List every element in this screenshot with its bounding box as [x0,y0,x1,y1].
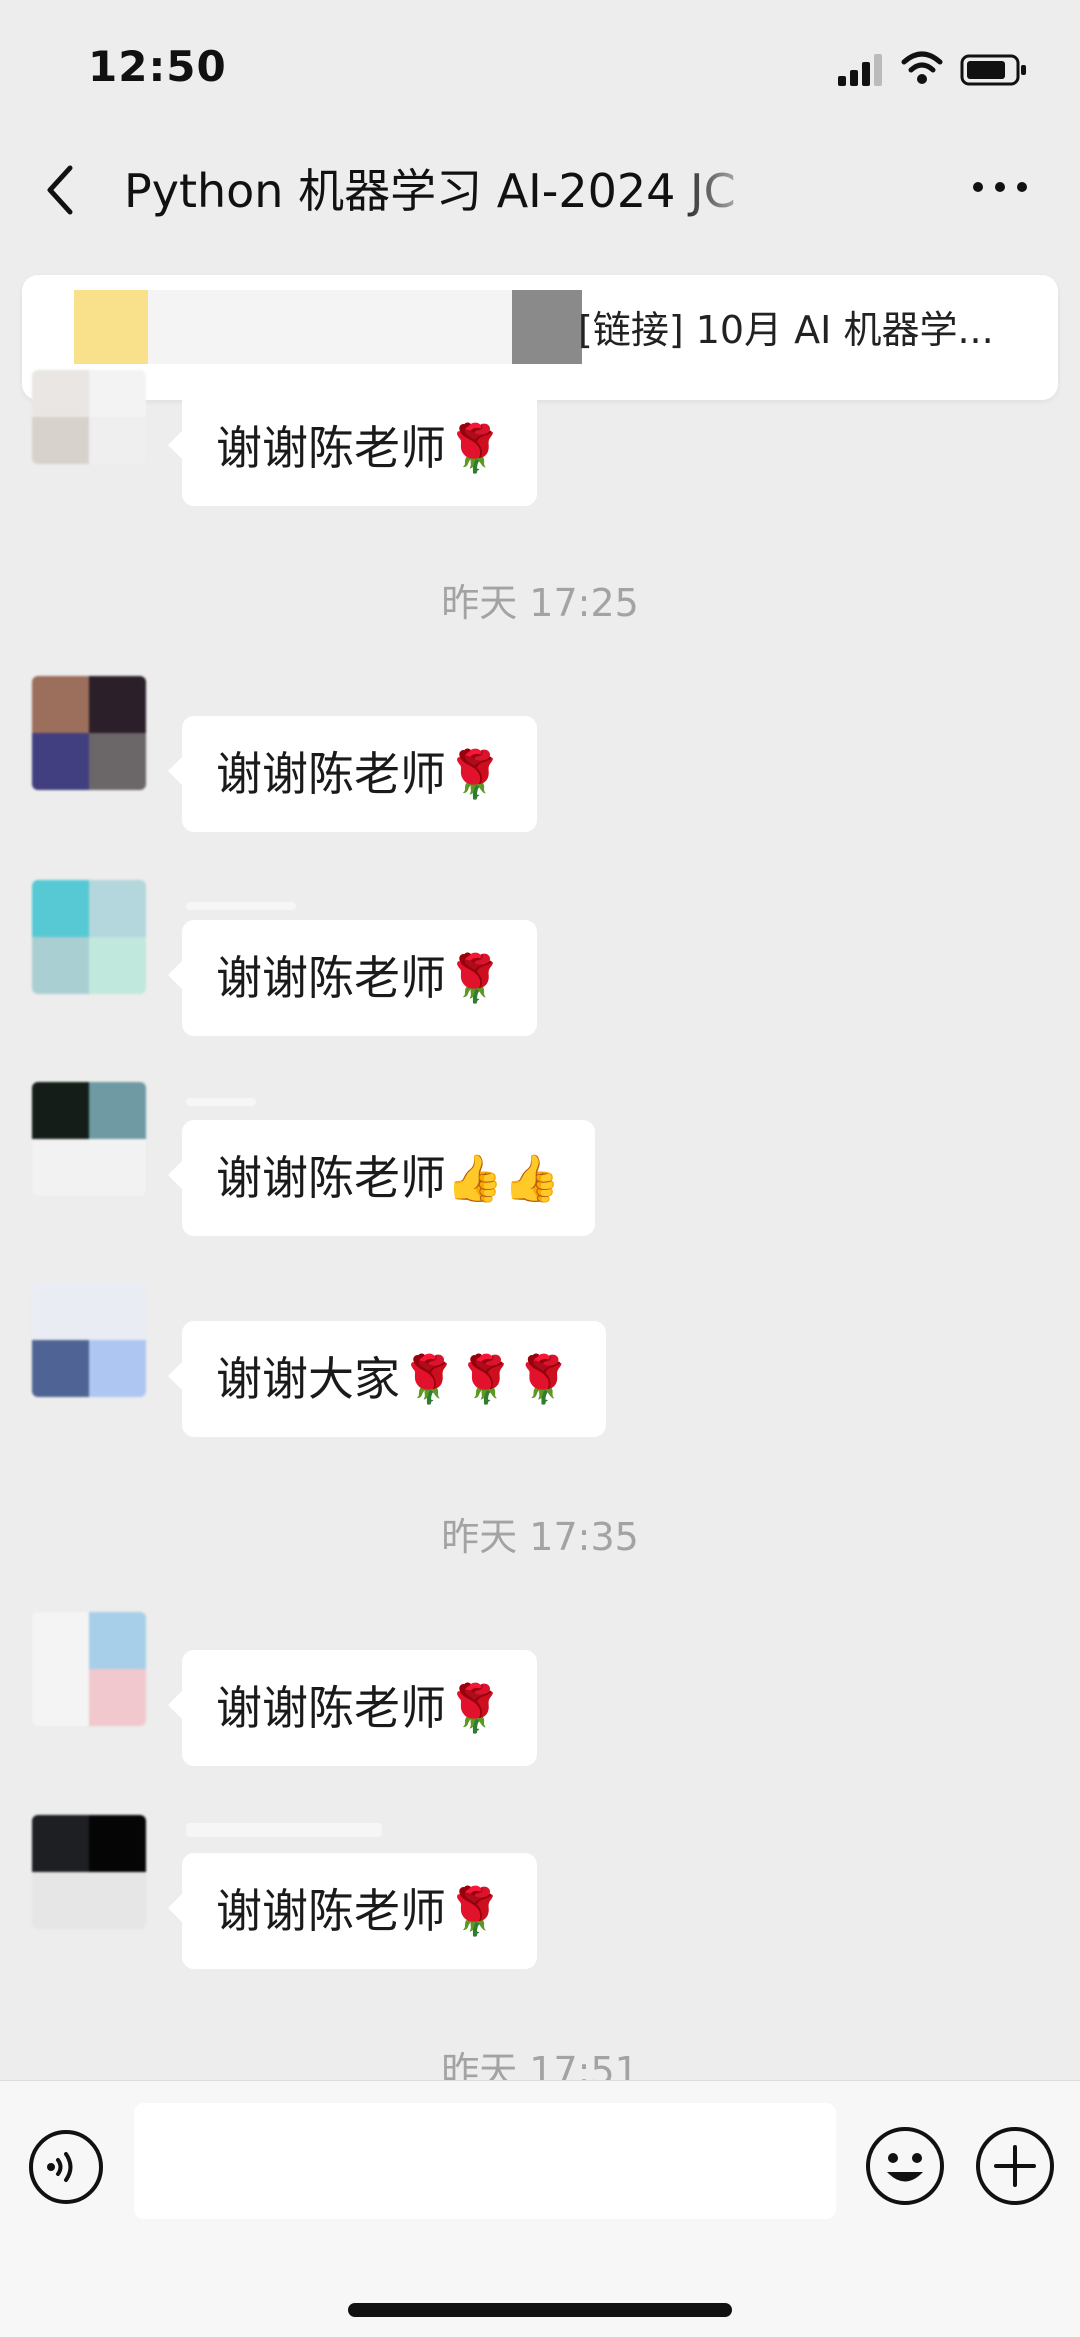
avatar[interactable] [32,880,146,994]
pinned-blurred-content [148,290,518,364]
message-bubble[interactable]: 谢谢陈老师🌹 [167,390,538,506]
nickname-blurred [186,1098,256,1106]
avatar[interactable] [32,676,146,790]
signal-icon [838,54,882,86]
timestamp: 昨天 17:35 [441,1515,639,1559]
message-bubble[interactable]: 谢谢陈老师🌹 [167,1853,538,1969]
message-row: 谢谢大家🌹🌹🌹 [0,1283,1080,1443]
pinned-message-text: [链接] 10月 AI 机器学... [578,308,994,352]
avatar[interactable] [32,1283,146,1397]
voice-icon[interactable] [28,2129,104,2205]
message-row: 谢谢陈老师🌹 [0,1815,1080,1975]
message-row: 谢谢陈老师🌹 [0,1612,1080,1772]
timestamp: 昨天 17:25 [441,581,639,625]
status-time: 12:50 [88,42,227,91]
message-input[interactable] [134,2103,836,2219]
chat-title[interactable]: Python 机器学习 AI-2024 JC [124,160,764,222]
message-row: 谢谢陈老师👍👍 [0,1082,1080,1242]
battery-icon [960,54,1026,86]
avatar[interactable] [32,1082,146,1196]
nav-bar: Python 机器学习 AI-2024 JC [0,140,1080,250]
message-row: 谢谢陈老师🌹 [0,370,1080,510]
input-bar [0,2080,1080,2337]
message-bubble[interactable]: 谢谢大家🌹🌹🌹 [168,1321,606,1437]
message-bubble[interactable]: 谢谢陈老师👍👍 [168,1120,595,1236]
home-indicator [348,2303,732,2317]
message-bubble[interactable]: 谢谢陈老师🌹 [167,920,538,1036]
nickname-blurred [186,1823,382,1837]
more-dots-icon[interactable] [970,174,1030,200]
chat-screen: 12:50 Python 机器学习 AI-2024 JC [链接] 10月 AI… [0,0,1080,2337]
avatar[interactable] [32,1612,146,1726]
message-row: 谢谢陈老师🌹 [0,880,1080,1040]
message-row: 谢谢陈老师🌹 [0,676,1080,836]
status-bar: 12:50 [0,0,1080,130]
plus-icon[interactable] [974,2125,1056,2207]
pinned-blurred-content [512,290,582,364]
message-bubble[interactable]: 谢谢陈老师🌹 [167,716,538,832]
pinned-thumbnail [74,290,148,364]
smiley-icon[interactable] [864,2125,946,2207]
avatar[interactable] [32,1815,146,1929]
message-bubble[interactable]: 谢谢陈老师🌹 [167,1650,538,1766]
nickname-blurred [186,902,296,910]
chevron-left-icon[interactable] [40,160,84,220]
wifi-icon [901,51,943,84]
avatar[interactable] [32,370,146,464]
